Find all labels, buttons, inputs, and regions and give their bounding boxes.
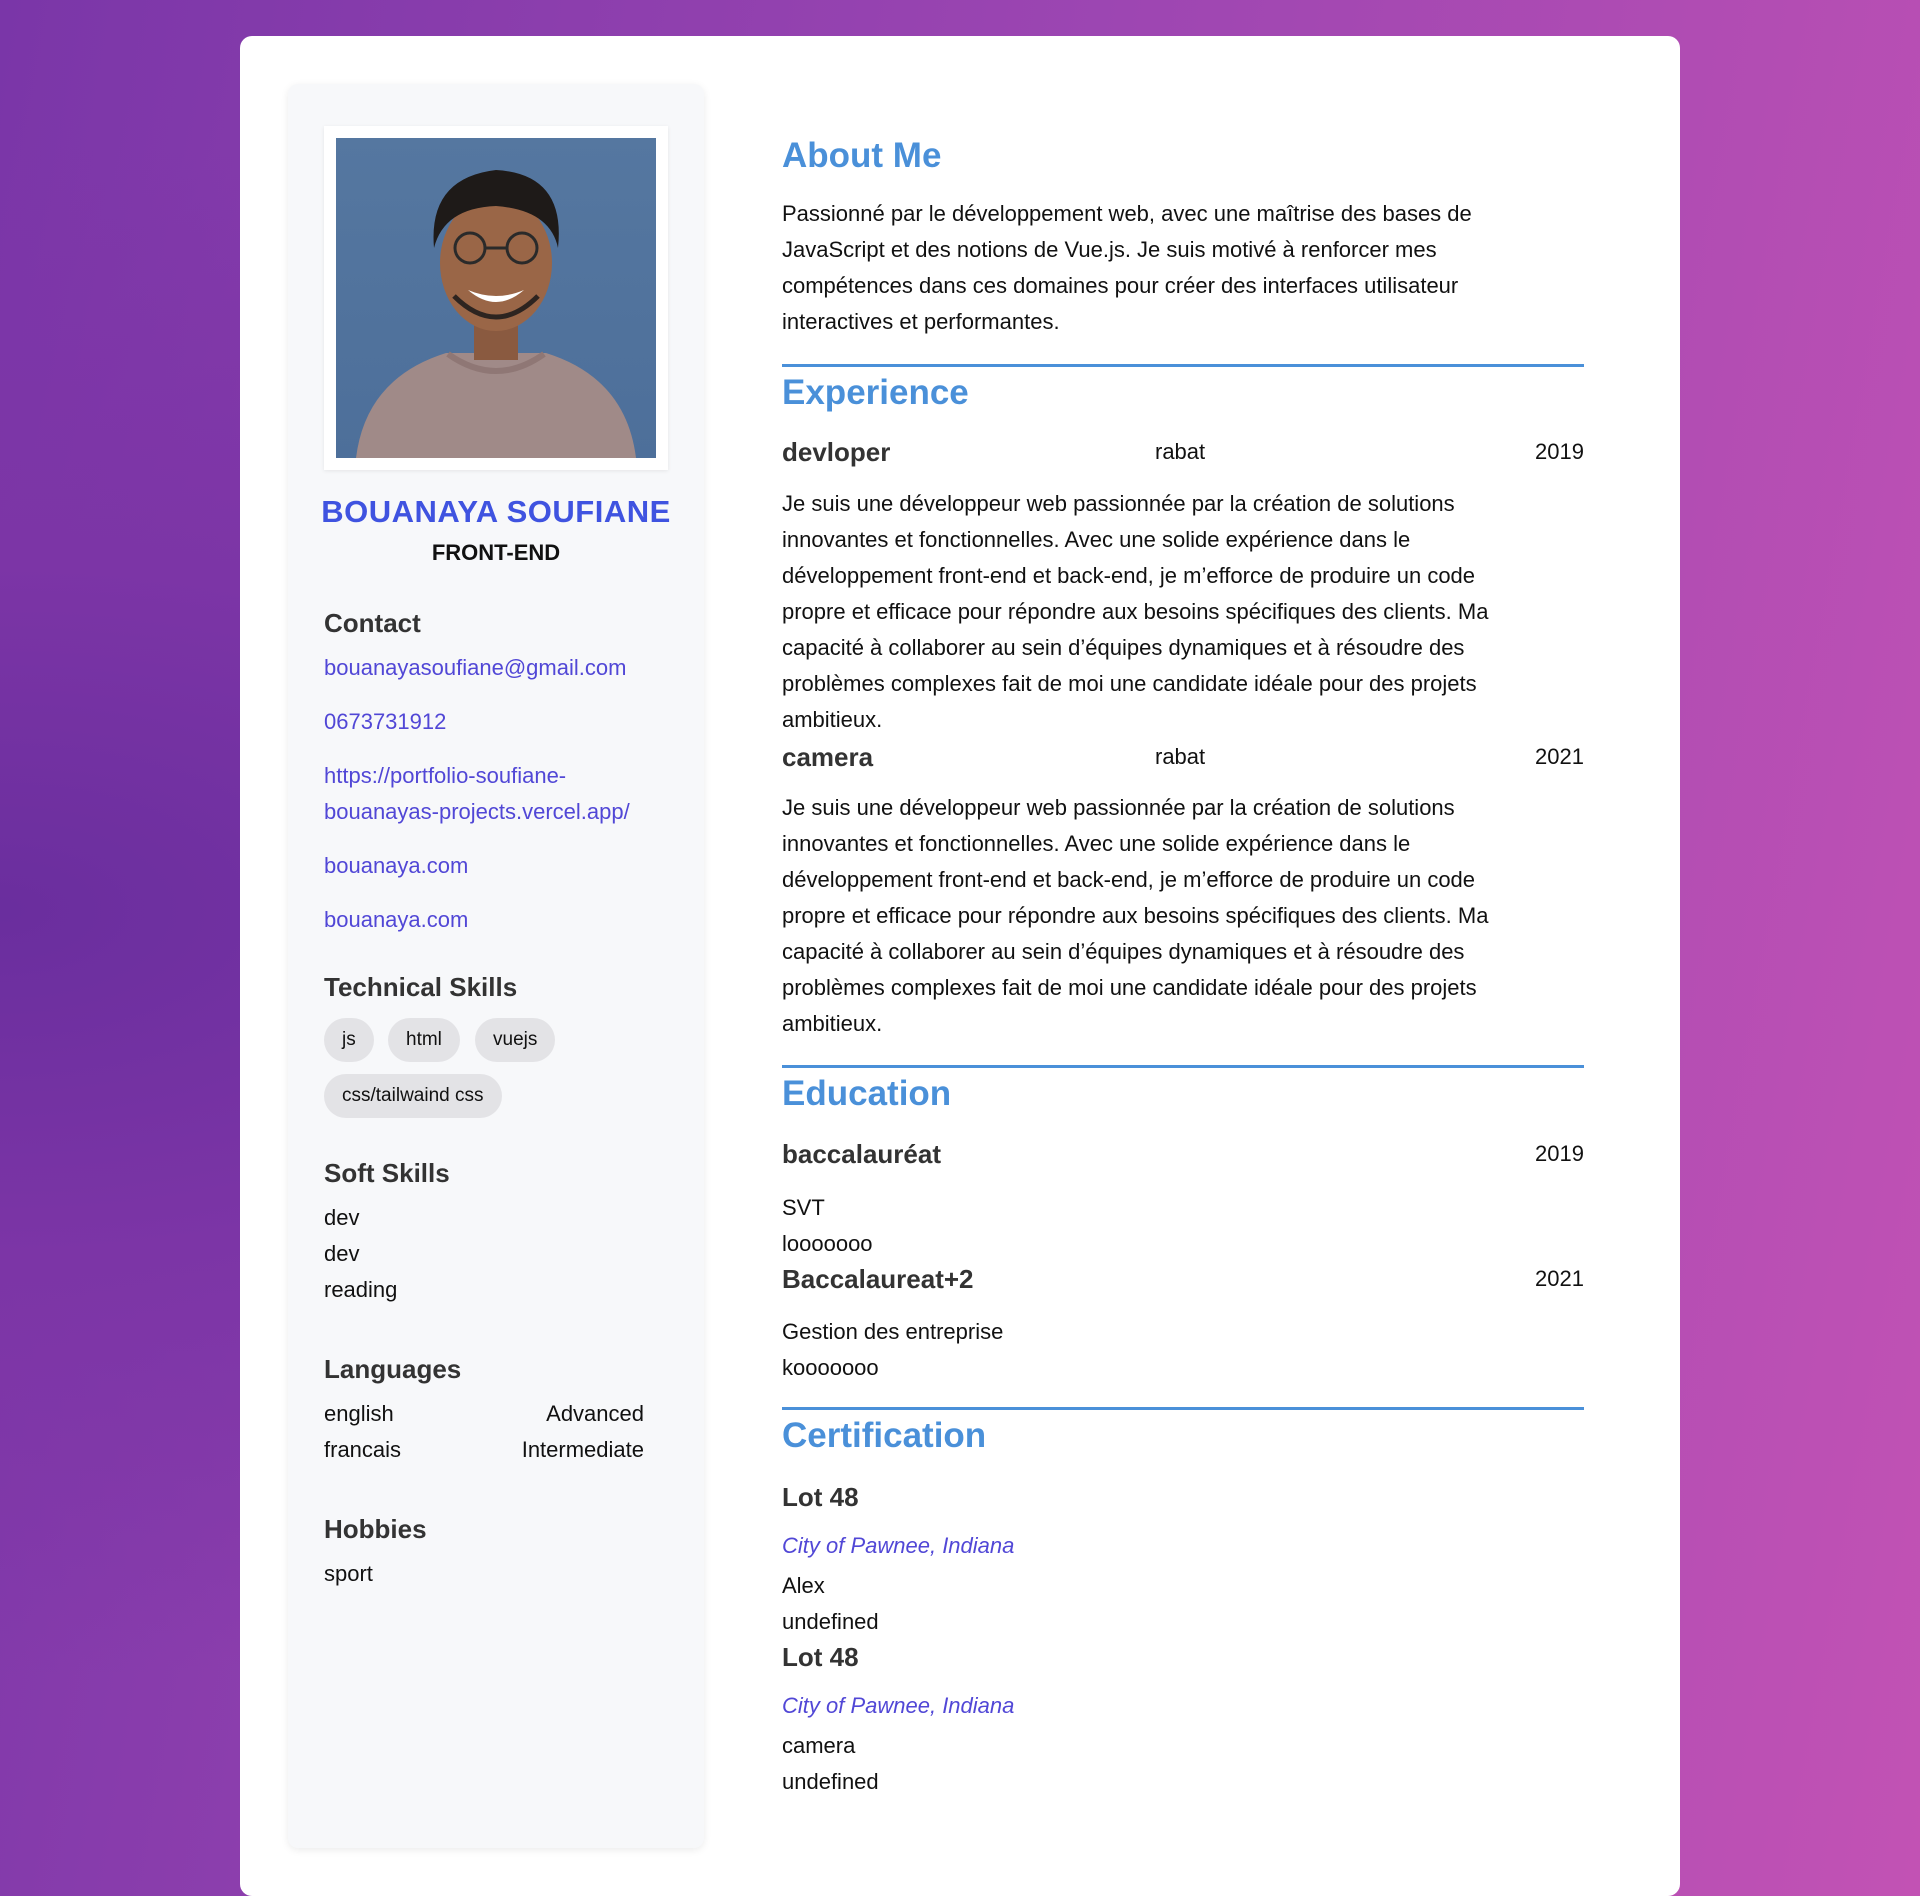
job-year: 2021 <box>1535 744 1584 769</box>
contact-website-link[interactable]: bouanaya.com <box>324 902 468 938</box>
contact-email-link[interactable]: bouanayasoufiane@gmail.com <box>324 650 626 686</box>
profile-name: BOUANAYA SOUFIANE <box>321 494 671 529</box>
certification-issuer: City of Pawnee, Indiana <box>782 1693 1015 1718</box>
profile-photo-frame <box>324 126 668 470</box>
job-description-line: Je suis une développeur web passionnée p… <box>782 491 1455 516</box>
technical-skills-heading: Technical Skills <box>324 972 518 1002</box>
soft-skills-heading: Soft Skills <box>324 1158 450 1188</box>
section-divider <box>782 1407 1584 1410</box>
contact-website-link[interactable]: bouanaya.com <box>324 848 468 884</box>
skill-tag: html <box>388 1018 460 1062</box>
job-description-line: développement front-end et back-end, je … <box>782 867 1476 892</box>
language-level: Advanced <box>546 1401 644 1426</box>
profile-role: FRONT-END <box>431 540 561 565</box>
job-description: Je suis une développeur web passionnée p… <box>782 790 1572 1042</box>
job-description-line: propre et efficace pour répondre aux bes… <box>782 599 1489 624</box>
skill-tag: js <box>324 1018 374 1062</box>
about-line: Passionné par le développement web, avec… <box>782 201 1472 226</box>
language-name: english <box>324 1401 394 1426</box>
language-level: Intermediate <box>521 1437 644 1462</box>
education-year: 2021 <box>1535 1266 1584 1291</box>
languages-heading: Languages <box>324 1354 462 1384</box>
about-line: compétences dans ces domaines pour créer… <box>782 273 1459 298</box>
education-title: Baccalaureat+2 <box>782 1264 974 1294</box>
job-description-line: développement front-end et back-end, je … <box>782 563 1476 588</box>
education-field: SVT <box>782 1195 825 1220</box>
job-title: devloper <box>782 437 891 467</box>
profile-photo <box>336 138 656 458</box>
job-description-line: propre et efficace pour répondre aux bes… <box>782 903 1489 928</box>
job-description-line: ambitieux. <box>782 707 883 732</box>
hobbies-heading: Hobbies <box>324 1514 427 1544</box>
portfolio-link-line-2: bouanayas-projects.vercel.app/ <box>324 799 630 824</box>
about-line: JavaScript et des notions de Vue.js. Je … <box>782 237 1437 262</box>
certification-issuer: City of Pawnee, Indiana <box>782 1533 1015 1558</box>
education-heading: Education <box>782 1074 952 1113</box>
section-divider <box>782 364 1584 367</box>
certification-holder: camera <box>782 1733 856 1758</box>
job-description-line: innovantes et fonctionnelles. Avec une s… <box>782 831 1411 856</box>
job-description-line: problèmes complexes fait de moi une cand… <box>782 671 1477 696</box>
job-year: 2019 <box>1535 439 1584 464</box>
education-details: SVT looooooo <box>782 1190 1572 1262</box>
certification-holder: Alex <box>782 1573 825 1598</box>
certification-details: Alex undefined <box>782 1568 1572 1640</box>
education-field: Gestion des entreprise <box>782 1319 1004 1344</box>
about-heading: About Me <box>782 136 942 175</box>
person-portrait-icon <box>356 170 636 458</box>
skill-tag: vuejs <box>475 1018 556 1062</box>
skill-tag: css/tailwaind css <box>324 1074 502 1118</box>
job-description-line: Je suis une développeur web passionnée p… <box>782 795 1455 820</box>
portfolio-link-line-1: https://portfolio-soufiane- <box>324 763 567 788</box>
job-description: Je suis une développeur web passionnée p… <box>782 486 1572 738</box>
contact-heading: Contact <box>324 608 421 638</box>
section-divider <box>782 1065 1584 1068</box>
about-text: Passionné par le développement web, avec… <box>782 196 1572 340</box>
job-title: camera <box>782 742 874 772</box>
resume-card: BOUANAYA SOUFIANE FRONT-END Contact boua… <box>240 36 1680 1896</box>
experience-heading: Experience <box>782 373 969 412</box>
job-description-line: capacité à collaborer au sein d’équipes … <box>782 635 1465 660</box>
language-name: francais <box>324 1437 402 1462</box>
certification-details: camera undefined <box>782 1728 1572 1800</box>
soft-skill-item: reading <box>324 1277 398 1302</box>
contact-portfolio-link[interactable]: https://portfolio-soufiane- bouanayas-pr… <box>324 758 630 830</box>
language-row: english Advanced <box>324 1396 644 1432</box>
job-description-line: problèmes complexes fait de moi une cand… <box>782 975 1477 1000</box>
job-description-line: capacité à collaborer au sein d’équipes … <box>782 939 1465 964</box>
soft-skill-item: dev <box>324 1205 360 1230</box>
certification-title: Lot 48 <box>782 1642 859 1672</box>
hobby-item: sport <box>324 1561 373 1586</box>
certification-title: Lot 48 <box>782 1482 859 1512</box>
certification-extra: undefined <box>782 1769 879 1794</box>
sidebar: BOUANAYA SOUFIANE FRONT-END Contact boua… <box>288 84 704 1848</box>
job-description-line: ambitieux. <box>782 1011 883 1036</box>
job-location: rabat <box>1155 744 1206 769</box>
education-year: 2019 <box>1535 1141 1584 1166</box>
education-details: Gestion des entreprise kooooooo <box>782 1314 1572 1386</box>
about-line: interactives et performantes. <box>782 309 1060 334</box>
certification-heading: Certification <box>782 1416 987 1455</box>
education-detail: looooooo <box>782 1231 873 1256</box>
job-description-line: innovantes et fonctionnelles. Avec une s… <box>782 527 1411 552</box>
language-row: francais Intermediate <box>324 1432 644 1468</box>
education-title: baccalauréat <box>782 1139 941 1169</box>
contact-phone-link[interactable]: 0673731912 <box>324 704 446 740</box>
soft-skill-item: dev <box>324 1241 360 1266</box>
job-location: rabat <box>1155 439 1206 464</box>
education-detail: kooooooo <box>782 1355 879 1380</box>
certification-extra: undefined <box>782 1609 879 1634</box>
